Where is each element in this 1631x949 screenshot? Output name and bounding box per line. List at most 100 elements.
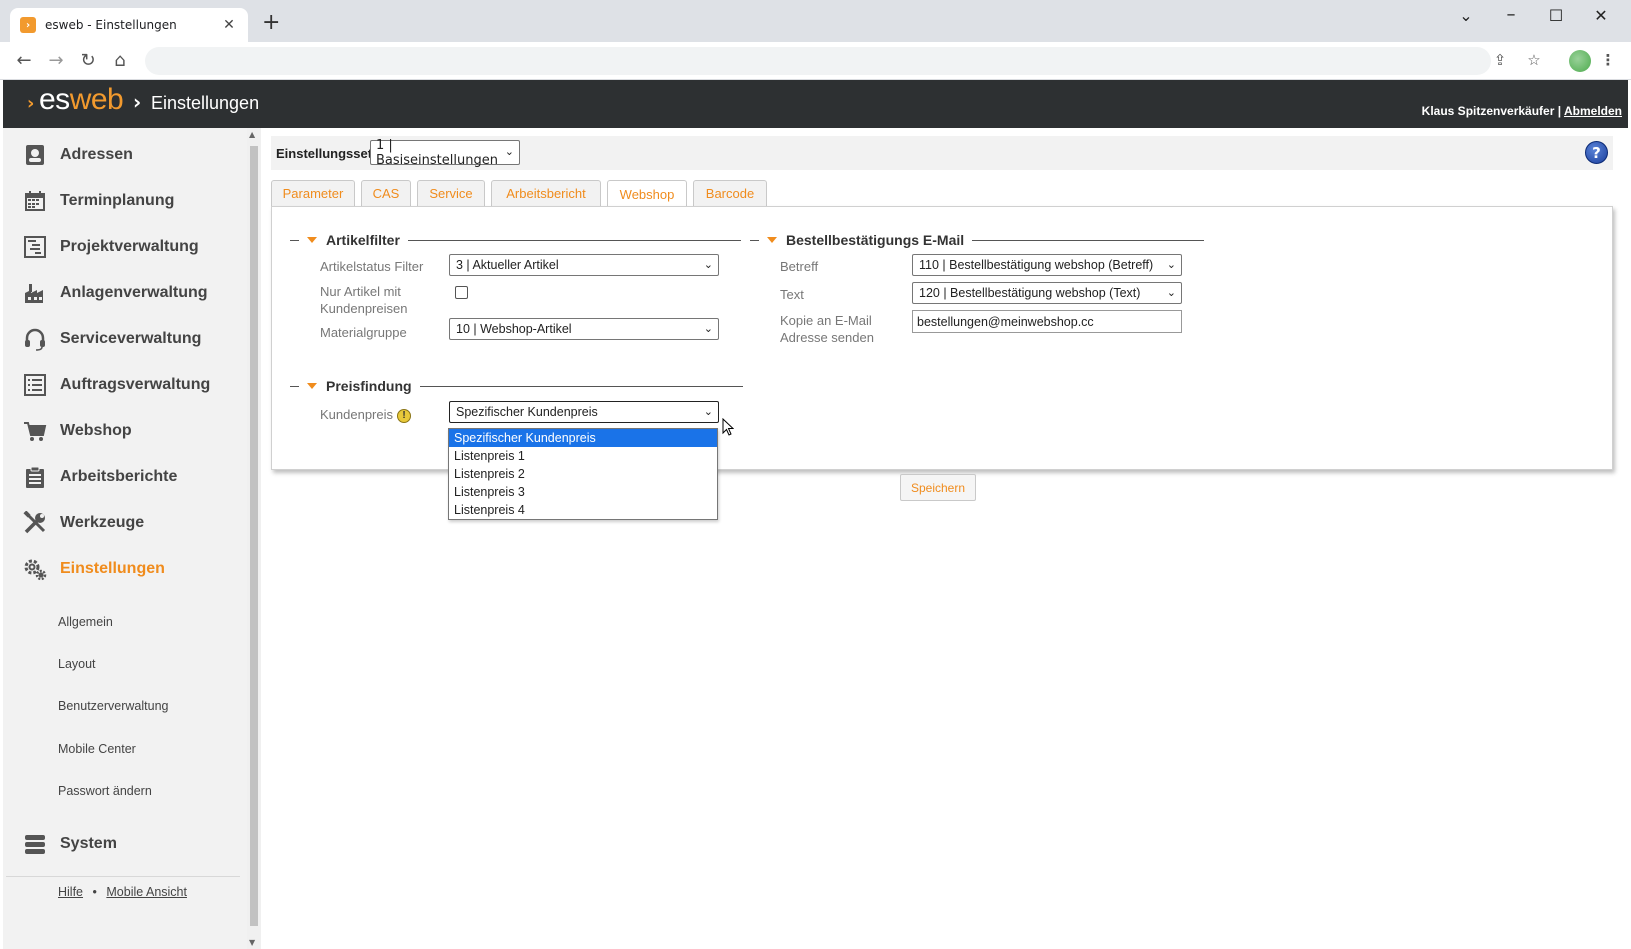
forward-icon[interactable]: → <box>44 49 68 73</box>
address-bar[interactable] <box>145 47 1491 75</box>
sidebar-item-werkzeuge[interactable]: Werkzeuge <box>23 508 144 538</box>
dropdown-option[interactable]: Spezifischer Kundenpreis <box>449 429 717 447</box>
minimize-icon[interactable]: – <box>1496 4 1526 25</box>
section-rule <box>407 239 741 241</box>
tab-parameter[interactable]: Parameter <box>271 180 355 206</box>
sidebar-item-system[interactable]: System <box>23 829 117 859</box>
section-title: Preisfindung <box>326 378 412 394</box>
chevron-down-icon: ⌄ <box>703 323 713 335</box>
user-bar-separator: | <box>1557 104 1562 118</box>
headset-icon <box>23 327 47 351</box>
esweb-logo[interactable]: esweb <box>39 83 124 117</box>
nur-artikel-label: Nur Artikel mit Kundenpreisen <box>320 284 408 316</box>
text-label: Text <box>780 287 804 302</box>
breadcrumb-separator: › <box>133 90 142 114</box>
menu-dots-icon[interactable]: ⋮ <box>1598 51 1618 69</box>
tab-close-icon[interactable]: ✕ <box>220 17 238 33</box>
chevron-down-icon: ⌄ <box>1166 287 1176 299</box>
dropdown-option[interactable]: Listenpreis 4 <box>449 501 717 519</box>
tab-search-icon[interactable]: ⌄ <box>1451 6 1481 25</box>
help-link[interactable]: Hilfe <box>58 885 83 899</box>
materialgruppe-select[interactable]: 10 | Webshop-Artikel ⌄ <box>449 318 719 340</box>
save-button[interactable]: Speichern <box>900 474 976 501</box>
kopie-email-label: Kopie an E-Mail Adresse senden <box>780 313 874 345</box>
app-header: › esweb › Einstellungen Klaus Spitzenver… <box>3 80 1628 128</box>
browser-tabstrip: › esweb - Einstellungen ✕ + ⌄ – ☐ ✕ <box>0 0 1631 42</box>
scrollbar-thumb[interactable] <box>250 146 258 926</box>
database-icon <box>23 832 47 856</box>
betreff-select[interactable]: 110 | Bestellbestätigung webshop (Betref… <box>912 254 1182 276</box>
settings-set-select[interactable]: 1 | Basiseinstellungen ⌄ <box>370 138 520 168</box>
maximize-icon[interactable]: ☐ <box>1541 6 1571 25</box>
nur-artikel-checkbox[interactable] <box>455 286 468 299</box>
sidebar-item-webshop[interactable]: Webshop <box>23 416 132 446</box>
collapse-dash-icon <box>290 239 299 241</box>
sidebar-item-projektverwaltung[interactable]: Projektverwaltung <box>23 232 199 262</box>
sidebar-subitem-layout[interactable]: Layout <box>58 657 96 671</box>
tab-arbeitsbericht[interactable]: Arbeitsbericht <box>491 180 601 206</box>
factory-icon <box>23 281 47 305</box>
sidebar-item-terminplanung[interactable]: Terminplanung <box>23 186 174 216</box>
page-title: Einstellungen <box>151 93 260 113</box>
esweb-favicon-icon: › <box>20 17 36 33</box>
sidebar-item-einstellungen[interactable]: Einstellungen <box>23 554 165 584</box>
section-title: Artikelfilter <box>326 232 400 248</box>
text-select[interactable]: 120 | Bestellbestätigung webshop (Text) … <box>912 282 1182 304</box>
triangle-down-icon <box>767 237 777 243</box>
share-icon[interactable]: ⇪ <box>1490 51 1510 69</box>
dropdown-option[interactable]: Listenpreis 2 <box>449 465 717 483</box>
bookmark-star-icon[interactable]: ☆ <box>1524 51 1544 69</box>
section-rule <box>419 385 743 387</box>
scroll-up-icon[interactable]: ▲ <box>249 130 255 139</box>
sidebar-item-auftragsverwaltung[interactable]: Auftragsverwaltung <box>23 370 210 400</box>
dropdown-option[interactable]: Listenpreis 1 <box>449 447 717 465</box>
gears-icon <box>23 557 47 581</box>
logout-link[interactable]: Abmelden <box>1564 104 1622 118</box>
section-artikelfilter[interactable]: Artikelfilter <box>290 232 741 248</box>
help-icon[interactable]: ? <box>1585 141 1608 164</box>
settings-set-label: Einstellungsset <box>276 146 373 161</box>
back-icon[interactable]: ← <box>12 49 36 73</box>
sidebar: Adressen Terminplanung Projektverwaltung… <box>3 128 247 949</box>
reload-icon[interactable]: ↻ <box>76 49 100 73</box>
profile-avatar[interactable] <box>1569 50 1591 72</box>
clipboard-icon <box>23 465 47 489</box>
dropdown-option[interactable]: Listenpreis 3 <box>449 483 717 501</box>
triangle-down-icon <box>307 383 317 389</box>
tab-barcode[interactable]: Barcode <box>693 180 767 206</box>
address-book-icon <box>23 143 47 167</box>
sidebar-item-anlagenverwaltung[interactable]: Anlagenverwaltung <box>23 278 208 308</box>
settings-set-bar: Einstellungsset 1 | Basiseinstellungen ⌄… <box>271 136 1613 170</box>
tab-cas[interactable]: CAS <box>361 180 411 206</box>
section-bestellbestaetigung[interactable]: Bestellbestätigungs E-Mail <box>750 232 1205 248</box>
browser-tab[interactable]: › esweb - Einstellungen ✕ <box>10 8 248 42</box>
triangle-down-icon <box>307 237 317 243</box>
sidebar-item-serviceverwaltung[interactable]: Serviceverwaltung <box>23 324 201 354</box>
list-icon <box>23 373 47 397</box>
scroll-down-icon[interactable]: ▼ <box>249 938 255 947</box>
sidebar-subitem-passwort-aendern[interactable]: Passwort ändern <box>58 784 152 798</box>
sidebar-subitem-allgemein[interactable]: Allgemein <box>58 615 113 629</box>
sidebar-divider <box>6 876 240 877</box>
section-preisfindung[interactable]: Preisfindung <box>290 378 743 394</box>
mobile-view-link[interactable]: Mobile Ansicht <box>106 885 187 899</box>
kopie-email-input[interactable] <box>912 310 1182 333</box>
sidebar-subitem-benutzerverwaltung[interactable]: Benutzerverwaltung <box>58 699 168 713</box>
browser-tab-title: esweb - Einstellungen <box>45 18 177 32</box>
kundenpreis-label: Kundenpreis! <box>320 406 411 423</box>
new-tab-icon[interactable]: + <box>262 12 280 34</box>
tab-service[interactable]: Service <box>417 180 485 206</box>
collapse-dash-icon <box>290 385 299 387</box>
artikelstatus-select[interactable]: 3 | Aktueller Artikel ⌄ <box>449 254 719 276</box>
home-icon[interactable]: ⌂ <box>108 49 132 73</box>
mouse-cursor-icon <box>722 418 734 436</box>
kundenpreis-select[interactable]: Spezifischer Kundenpreis ⌄ <box>449 401 719 423</box>
sidebar-scrollbar[interactable]: ▲ ▼ <box>247 128 261 949</box>
section-title: Bestellbestätigungs E-Mail <box>786 232 965 248</box>
tab-webshop[interactable]: Webshop <box>607 180 687 207</box>
sidebar-subitem-mobile-center[interactable]: Mobile Center <box>58 742 136 756</box>
sidebar-item-adressen[interactable]: Adressen <box>23 140 133 170</box>
user-name: Klaus Spitzenverkäufer <box>1421 104 1555 118</box>
window-close-icon[interactable]: ✕ <box>1586 6 1616 25</box>
sidebar-item-arbeitsberichte[interactable]: Arbeitsberichte <box>23 462 177 492</box>
